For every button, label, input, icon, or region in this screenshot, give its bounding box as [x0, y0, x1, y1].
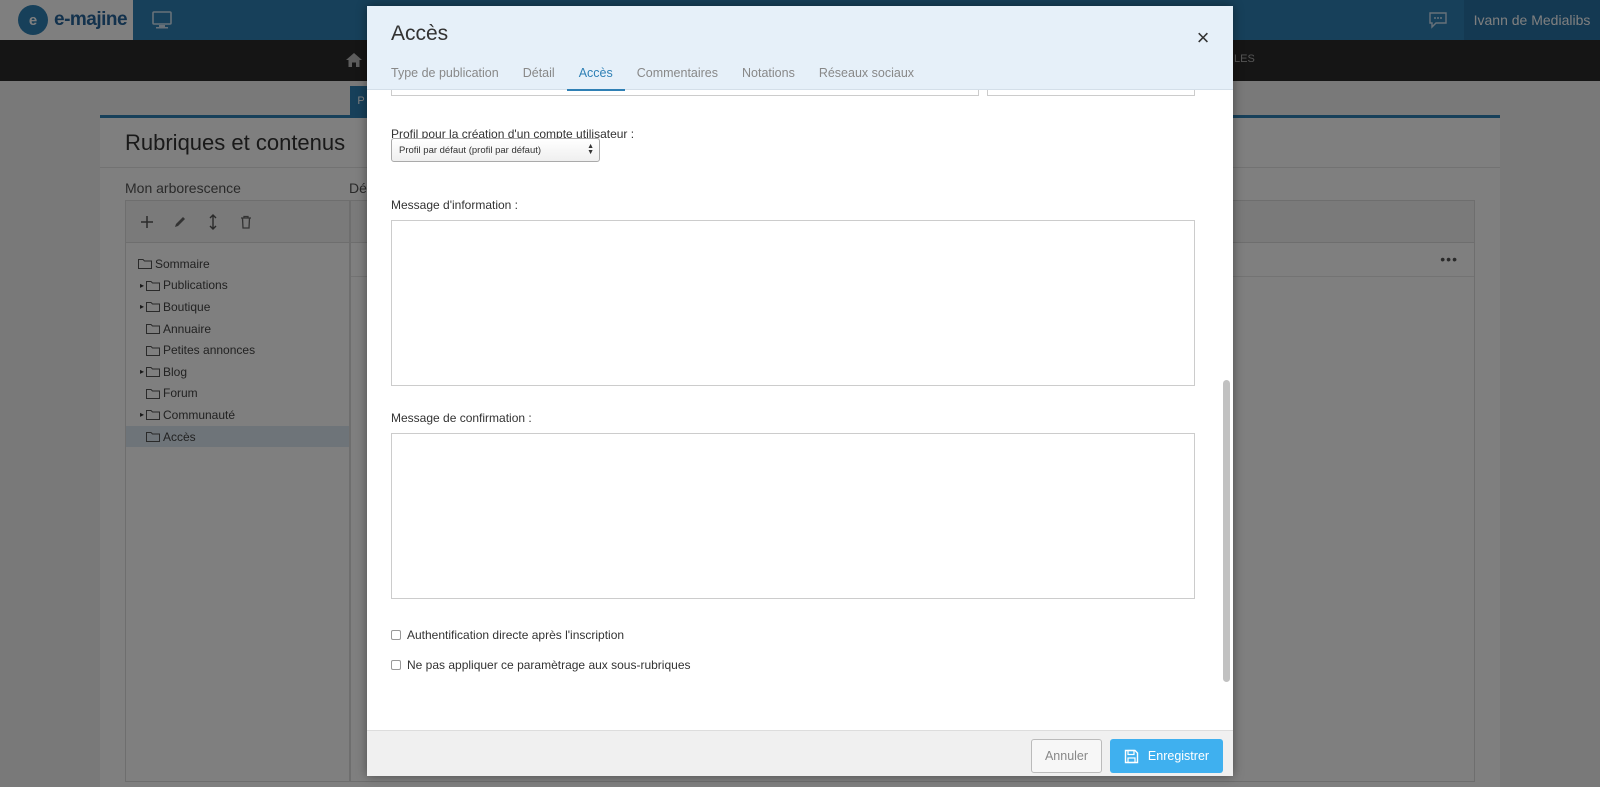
no-subsection-checkbox[interactable]	[391, 660, 401, 670]
truncated-input[interactable]	[391, 90, 979, 96]
floppy-disk-icon	[1124, 749, 1139, 763]
auth-after-signup-label: Authentification directe après l'inscrip…	[407, 628, 625, 642]
dialog-header: Accès × Type de publication Détail Accès Co…	[367, 6, 1233, 91]
no-subsection-label: Ne pas appliquer ce paramètrage aux sous…	[407, 658, 691, 672]
tab-2[interactable]: Accès	[566, 60, 625, 91]
confirm-message-label: Message de confirmation :	[391, 411, 532, 425]
select-arrows-icon: ▲ ▼	[587, 143, 594, 156]
info-message-label: Message d'information :	[391, 198, 519, 212]
tab-1[interactable]: Détail	[511, 60, 567, 90]
auth-after-signup-checkbox[interactable]	[391, 630, 401, 640]
close-icon[interactable]: ×	[1191, 26, 1215, 50]
cancel-button[interactable]: Annuler	[1031, 739, 1102, 773]
scrollbar-thumb[interactable]	[1223, 380, 1230, 682]
dialog-tabs: Type de publication Détail Accès Commentair…	[391, 60, 926, 91]
tab-5[interactable]: Réseaux sociaux	[807, 60, 926, 90]
access-dialog: Accès × Type de publication Détail Accès Co…	[367, 6, 1233, 776]
info-message-textarea[interactable]	[391, 220, 1195, 386]
auth-after-signup-option[interactable]: Authentification directe après l'inscrip…	[391, 628, 624, 642]
no-subsection-option[interactable]: Ne pas appliquer ce paramètrage aux sous…	[391, 658, 691, 672]
save-button[interactable]: Enregistrer	[1110, 739, 1223, 773]
dialog-body: Profil pour la création d'un compte util…	[367, 90, 1233, 730]
save-button-label: Enregistrer	[1147, 749, 1210, 763]
dialog-footer: Annuler Enregistrer	[367, 730, 1233, 776]
truncated-input-secondary[interactable]	[987, 90, 1195, 96]
dialog-title: Accès	[391, 22, 449, 45]
tab-0[interactable]: Type de publication	[391, 60, 511, 90]
tab-4[interactable]: Notations	[730, 60, 807, 90]
profile-select[interactable]: Profil par défaut (profil par défaut) ▲ ▼	[391, 138, 600, 162]
profile-select-value: Profil par défaut (profil par défaut)	[399, 144, 542, 156]
tab-3[interactable]: Commentaires	[625, 60, 730, 90]
confirm-message-textarea[interactable]	[391, 433, 1195, 599]
